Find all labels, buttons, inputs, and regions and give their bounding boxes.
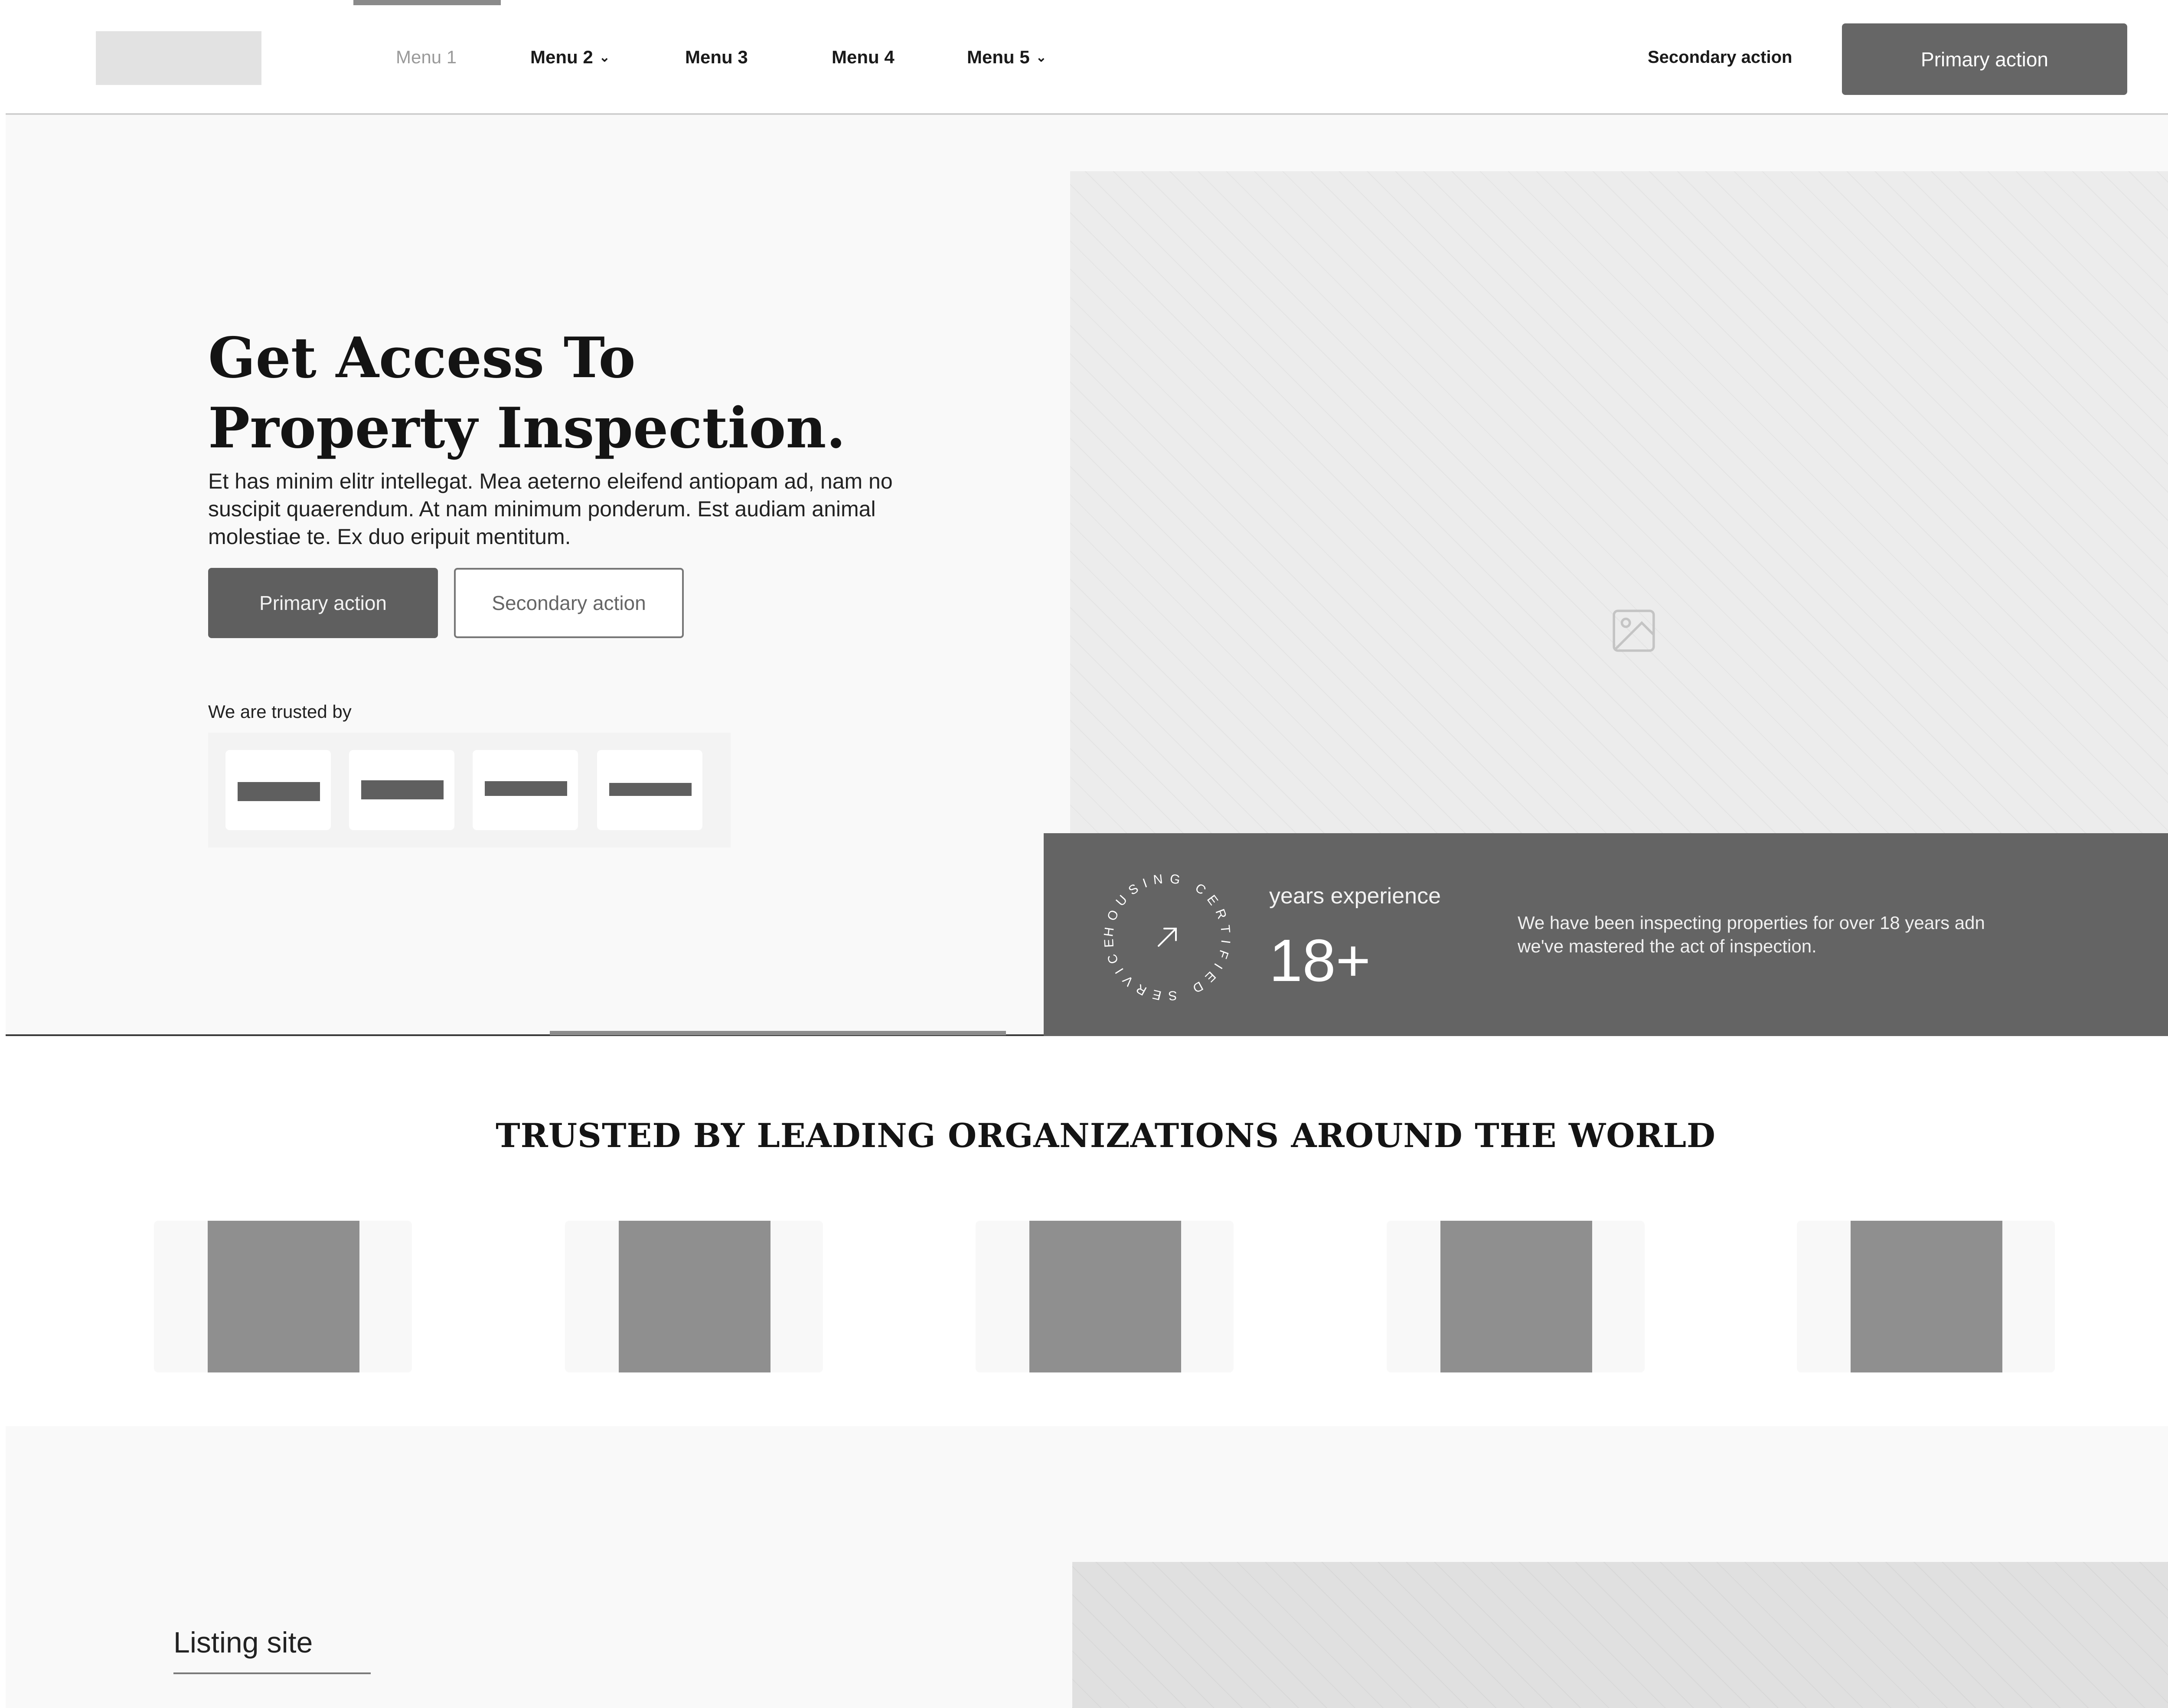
nav-menu-1[interactable]: Menu 1 xyxy=(396,47,457,68)
stats-value: 18+ xyxy=(1269,927,1371,994)
nav-menu-2[interactable]: Menu 2 ⌄ xyxy=(530,47,610,68)
logo-placeholder xyxy=(361,780,444,799)
hero-secondary-action-button[interactable]: Secondary action xyxy=(454,568,684,638)
organization-card xyxy=(1797,1221,2055,1372)
organization-logo-placeholder xyxy=(1851,1221,2002,1372)
svg-text:HOUSING CERTIFIED SERVICES: HOUSING CERTIFIED SERVICES xyxy=(1096,866,1233,1003)
nav-menu-2-label: Menu 2 xyxy=(530,47,593,67)
organization-card xyxy=(565,1221,823,1372)
hero-title-line-1: Get Access To xyxy=(208,326,636,391)
nav-menu-3[interactable]: Menu 3 xyxy=(685,47,748,68)
organization-logo-placeholder xyxy=(619,1221,771,1372)
logo-placeholder xyxy=(609,783,692,796)
nav-menu-1-label: Menu 1 xyxy=(396,47,457,67)
logo-placeholder[interactable] xyxy=(96,31,261,85)
trusted-logo-card xyxy=(597,750,702,830)
organization-card xyxy=(154,1221,412,1372)
hero-scroll-indicator xyxy=(550,1031,1006,1035)
logo-placeholder xyxy=(485,781,567,796)
top-navigation: Menu 1 Menu 2 ⌄ Menu 3 Menu 4 Menu 5 ⌄ Sec… xyxy=(6,0,2168,115)
organization-logo-placeholder xyxy=(1440,1221,1592,1372)
nav-primary-action-button[interactable]: Primary action xyxy=(1842,23,2127,95)
stats-description: We have been inspecting properties for o… xyxy=(1518,913,1985,956)
active-menu-indicator xyxy=(353,0,501,5)
image-icon xyxy=(1613,610,1655,652)
nav-secondary-action[interactable]: Secondary action xyxy=(1648,48,1792,67)
listing-title-underline xyxy=(173,1672,371,1674)
trusted-organizations-heading: TRUSTED BY LEADING ORGANIZATIONS AROUND … xyxy=(496,1116,1716,1155)
arrow-up-right-icon xyxy=(1158,928,1177,947)
nav-menu-4-label: Menu 4 xyxy=(832,47,895,67)
certified-badge: HOUSING CERTIFIED SERVICES xyxy=(1096,866,1233,1003)
trusted-logo-card xyxy=(349,750,454,830)
hero-title: Get Access To Property Inspection. xyxy=(208,323,989,463)
badge-text: HOUSING CERTIFIED SERVICES xyxy=(1096,866,1227,1003)
experience-stats-panel: HOUSING CERTIFIED SERVICES years experie… xyxy=(1044,833,2168,1036)
organization-logo-placeholder xyxy=(1029,1221,1181,1372)
trusted-logos-strip xyxy=(208,733,731,847)
trusted-by-label: We are trusted by xyxy=(208,701,352,722)
hero-primary-action-button[interactable]: Primary action xyxy=(208,568,438,638)
chevron-down-icon: ⌄ xyxy=(599,50,610,65)
nav-menu-3-label: Menu 3 xyxy=(685,47,748,67)
hero-description: Et has minim elitr intellegat. Mea aeter… xyxy=(208,469,893,549)
stats-label: years experience xyxy=(1269,883,1441,909)
organization-card xyxy=(1387,1221,1645,1372)
trusted-logo-card xyxy=(225,750,331,830)
hero-image-placeholder xyxy=(1070,171,2168,834)
hero-title-line-2: Property Inspection. xyxy=(208,396,846,461)
logo-placeholder xyxy=(238,782,320,801)
organization-logo-placeholder xyxy=(208,1221,359,1372)
listing-title: Listing site xyxy=(173,1626,313,1659)
nav-menu-4[interactable]: Menu 4 xyxy=(832,47,895,68)
chevron-down-icon: ⌄ xyxy=(1035,50,1047,65)
nav-menu-5-label: Menu 5 xyxy=(967,47,1030,67)
trusted-logo-card xyxy=(473,750,578,830)
listing-image-placeholder xyxy=(1072,1562,2168,1708)
nav-menu-5[interactable]: Menu 5 ⌄ xyxy=(967,47,1047,68)
organization-card xyxy=(976,1221,1234,1372)
